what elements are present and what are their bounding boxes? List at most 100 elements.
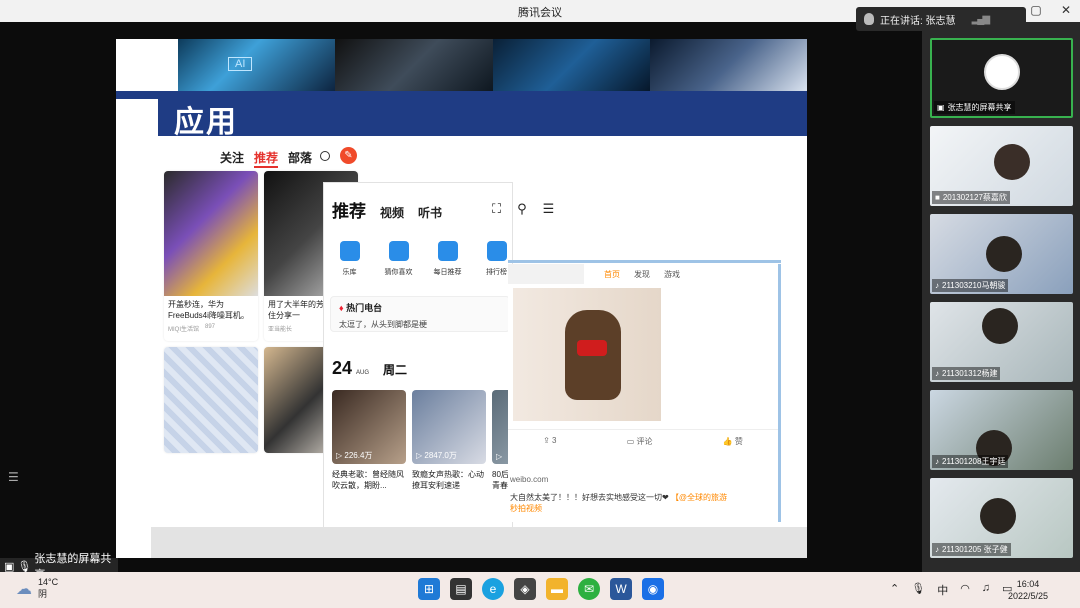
participant-label: ♪ 211301312杨建: [932, 367, 1001, 380]
weibo-post-body: 大自然太美了！！！好想去实地感受这一切❤ 【@全球的旅游 秒拍视频: [510, 492, 776, 514]
system-tray: ⌃ 🎙 中 ◠ ♫ ▭: [890, 582, 1012, 598]
domo-mouth: [577, 340, 607, 356]
music-shortcut-label: 猜你喜欢: [384, 269, 413, 276]
feed-card-author: 亚当能长: [268, 327, 293, 333]
maximize-button[interactable]: ▢: [1028, 3, 1044, 17]
weather-widget[interactable]: ☁ 14°C 阴: [16, 577, 58, 600]
start-icon[interactable]: ⊞: [418, 578, 440, 600]
song-caption: 致瘾女声热歌：心动撩耳安利速递: [412, 470, 484, 490]
speaking-indicator: 正在讲话: 张志慧 ▂▄▆: [856, 7, 1026, 31]
participant-tile[interactable]: ♪ 211301205 张子健: [930, 478, 1073, 558]
weather-temp: 14°C: [38, 577, 59, 587]
weibo-post-content: 大自然太美了！！！好想去实地感受这一切❤: [510, 493, 669, 502]
music-shortcut: 乐库: [330, 241, 369, 277]
date-month: AUG: [356, 370, 370, 376]
song-caption: 经典老歌：曾经随风吹云散，期盼...: [332, 470, 404, 490]
like-action: 👍 赞: [722, 437, 743, 446]
participant-tile[interactable]: ■ 201302127蔡嘉欣: [930, 126, 1073, 206]
feed-card-views: 897: [205, 324, 216, 330]
participant-tile[interactable]: ♪ 211303210马朝骏: [930, 214, 1073, 294]
feed-card-author: MIQI生活馆: [168, 327, 199, 333]
tab-tribe: 部落: [288, 151, 313, 165]
tencent-meeting-icon[interactable]: ◉: [642, 578, 664, 600]
music-shortcut: 每日推荐: [428, 241, 467, 277]
banner-image-touch: [649, 39, 807, 91]
weibo-post-text: weibo.com 大自然太美了！！！好想去实地感受这一切❤ 【@全球的旅游 秒…: [508, 459, 778, 514]
bar-chart-icon: [486, 241, 507, 261]
wechat-icon[interactable]: ✉: [578, 578, 600, 600]
weibo-top-border: [508, 260, 781, 263]
edge-icon[interactable]: e: [482, 578, 504, 600]
mic-icon: ♪: [935, 369, 939, 378]
clock[interactable]: 16:04 2022/5/25: [1008, 578, 1048, 602]
feed-card: [164, 347, 258, 453]
audio-wave-icon: ▂▄▆: [971, 13, 991, 25]
play-count: ▷ 226.4万: [336, 451, 373, 460]
participant-name: 211301205 张子健: [942, 545, 1008, 554]
taskbar-apps: ⊞ ▤ e ◈ ▬ ✉ W ◉: [418, 578, 664, 600]
comment-action: ▭ 评论: [626, 437, 653, 446]
music-shortcut-label: 乐库: [342, 269, 357, 276]
sidebar-toggle-icon[interactable]: ☰: [8, 470, 19, 484]
song-card: ▷ 226.4万 经典老歌：曾经随风吹云散，期盼...: [332, 390, 406, 491]
participant-tile[interactable]: ▣ 张志慧的屏幕共享: [930, 38, 1073, 118]
tab-recommend: 推荐: [254, 149, 279, 168]
word-icon[interactable]: W: [610, 578, 632, 600]
speaker-icon[interactable]: ♫: [982, 582, 990, 598]
song-list: ▷ 226.4万 经典老歌：曾经随风吹云散，期盼... ▷ 2847.0万 致瘾…: [332, 390, 514, 491]
speaking-label: 正在讲话: 张志慧: [880, 15, 956, 27]
participant-label: ▣ 张志慧的屏幕共享: [934, 101, 1015, 114]
music-tabs: 推荐 视频 听书: [332, 197, 442, 222]
search-icon: [320, 151, 330, 161]
feed-card-image: [164, 347, 258, 453]
fire-icon: ♦: [339, 303, 344, 313]
slide-footer-strip: [151, 527, 807, 558]
weibo-post-image: [513, 288, 661, 421]
hot-radio-title-text: 热门电台: [346, 303, 383, 313]
participant-tile[interactable]: ♪ 211301312杨建: [930, 302, 1073, 382]
music-tab-video: 视频: [380, 206, 405, 220]
avatar: [984, 54, 1020, 90]
mic-icon[interactable]: 🎙: [911, 582, 925, 598]
participant-label: ♪ 211301205 张子健: [932, 543, 1011, 556]
mic-icon: ♪: [935, 457, 939, 466]
feed-card-caption: 开盖秒连，华为FreeBuds4i降噪耳机。: [168, 300, 249, 320]
chevron-up-icon[interactable]: ⌃: [890, 582, 899, 598]
close-button[interactable]: ✕: [1058, 3, 1074, 17]
wifi-icon[interactable]: ◠: [960, 582, 970, 598]
weibo-nav: 首页 发现 游戏: [508, 264, 781, 284]
participant-name: 201302127蔡嘉欣: [942, 193, 1007, 202]
song-cover: ▷ 2847.0万: [412, 390, 486, 464]
song-card: ▷ 2847.0万 致瘾女声热歌：心动撩耳安利速递: [412, 390, 486, 491]
weibo-screenshot: 首页 发现 游戏 ⇪ 3 ▭ 评论 👍 赞 weibo.com 大自然太美了！！…: [508, 264, 781, 522]
music-tab-audiobook: 听书: [418, 206, 443, 220]
play-count: ▷ 2847.0万: [416, 451, 457, 460]
song-cover: ▷ 226.4万: [332, 390, 406, 464]
slide-banner: AI: [178, 39, 807, 91]
app-icon[interactable]: ◈: [514, 578, 536, 600]
participant-label: ♪ 211303210马朝骏: [932, 279, 1009, 292]
participant-label: ♪ 211301208王宇廷: [932, 455, 1009, 468]
taskbar: ☁ 14°C 阴 ⊞ ▤ e ◈ ▬ ✉ W ◉ ⌃ 🎙 中 ◠ ♫ ▭ 16:…: [0, 572, 1080, 608]
play-count: ▷: [496, 452, 503, 461]
clock-time: 16:04: [1016, 579, 1040, 589]
feed-card-meta: MIQI生活馆 897: [164, 324, 258, 333]
participant-gallery: ▣ 张志慧的屏幕共享 ■ 201302127蔡嘉欣 ♪ 211303210马朝骏…: [922, 22, 1080, 572]
avatar-icon: ■: [935, 193, 940, 202]
pen-icon: ✎: [340, 147, 357, 164]
music-shortcut: 猜你喜欢: [379, 241, 418, 277]
clock-date: 2022/5/25: [1008, 591, 1049, 601]
weather-condition: 阴: [38, 589, 48, 599]
ime-indicator[interactable]: 中: [937, 582, 948, 598]
folder-icon[interactable]: ▬: [546, 578, 568, 600]
daily-date: 24 AUG 周二: [332, 358, 407, 379]
weibo-video-link: 秒拍视频: [510, 504, 542, 513]
calendar-icon: [437, 241, 458, 261]
participant-video: [986, 236, 1022, 272]
participant-name: 211303210马朝骏: [942, 281, 1006, 290]
task-view-icon[interactable]: ▤: [450, 578, 472, 600]
banner-image-ai: AI: [178, 39, 336, 91]
hot-radio-line: 太逗了，从头到脚都是梗: [339, 320, 427, 329]
music-tab-recommend: 推荐: [332, 202, 366, 221]
participant-tile[interactable]: ♪ 211301208王宇廷: [930, 390, 1073, 470]
